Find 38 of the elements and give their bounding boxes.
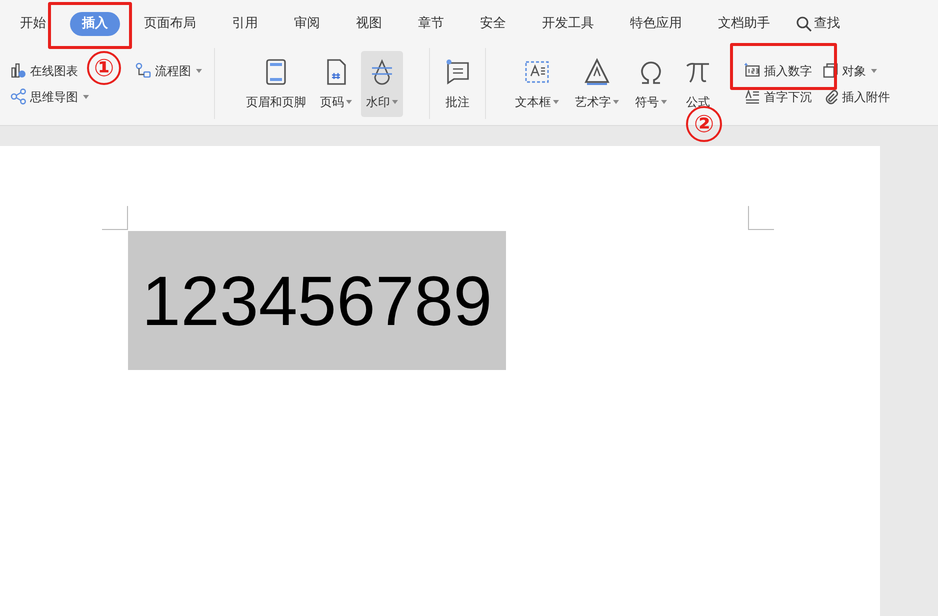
ribbon-tab[interactable]: 页面布局 (134, 12, 206, 36)
ribbon-small-button[interactable]: 插入附件 (822, 88, 890, 106)
ribbon-small-button[interactable]: 流程图 (135, 62, 202, 80)
ribbon-small-button[interactable]: 首字下沉 (744, 88, 812, 106)
ribbon-tab[interactable]: 视图 (346, 12, 392, 36)
corner-mark (748, 206, 774, 230)
ribbon-tab[interactable]: 章节 (408, 12, 454, 36)
object-icon (822, 62, 839, 79)
ribbon-tab[interactable]: 特色应用 (620, 12, 692, 36)
ribbon-button[interactable]: 批注 (438, 50, 478, 116)
search-button[interactable]: 查找 (796, 14, 840, 34)
ribbon-tab[interactable]: 开始 (10, 12, 56, 36)
ribbon-tab[interactable]: 开发工具 (532, 12, 604, 36)
ribbon-tab[interactable]: 审阅 (284, 12, 330, 36)
chart-icon (10, 62, 27, 79)
ribbon-small-button[interactable]: 插入数字 (744, 62, 812, 80)
ribbon-small-button[interactable]: 思维导图 (10, 88, 89, 106)
word-art-icon (582, 56, 612, 86)
flowchart-icon (135, 62, 152, 79)
annotation-number: ② (686, 106, 722, 142)
ribbon-button[interactable]: 水印 (361, 50, 403, 116)
ribbon-button[interactable]: 符号 (630, 50, 672, 116)
annotation-number: ① (87, 51, 121, 85)
ribbon-button[interactable]: 页眉和页脚 (241, 50, 311, 116)
ribbon-small-button[interactable]: 对象 (822, 62, 890, 80)
mind-map-icon (10, 88, 27, 105)
document-text: 123456789 (128, 231, 506, 370)
ribbon-button[interactable]: 页码 (315, 50, 357, 116)
ribbon-tab[interactable]: 文档助手 (708, 12, 780, 36)
ribbon-tab[interactable]: 安全 (470, 12, 516, 36)
search-icon (796, 16, 812, 32)
number-icon (744, 62, 761, 79)
drop-cap-icon (744, 88, 761, 105)
ribbon-button[interactable]: 文本框 (510, 50, 564, 116)
corner-mark (102, 206, 128, 230)
ribbon-small-button[interactable]: 在线图表 (10, 62, 89, 80)
ribbon-button[interactable]: 艺术字 (570, 50, 624, 116)
ribbon-tab[interactable]: 引用 (222, 12, 268, 36)
